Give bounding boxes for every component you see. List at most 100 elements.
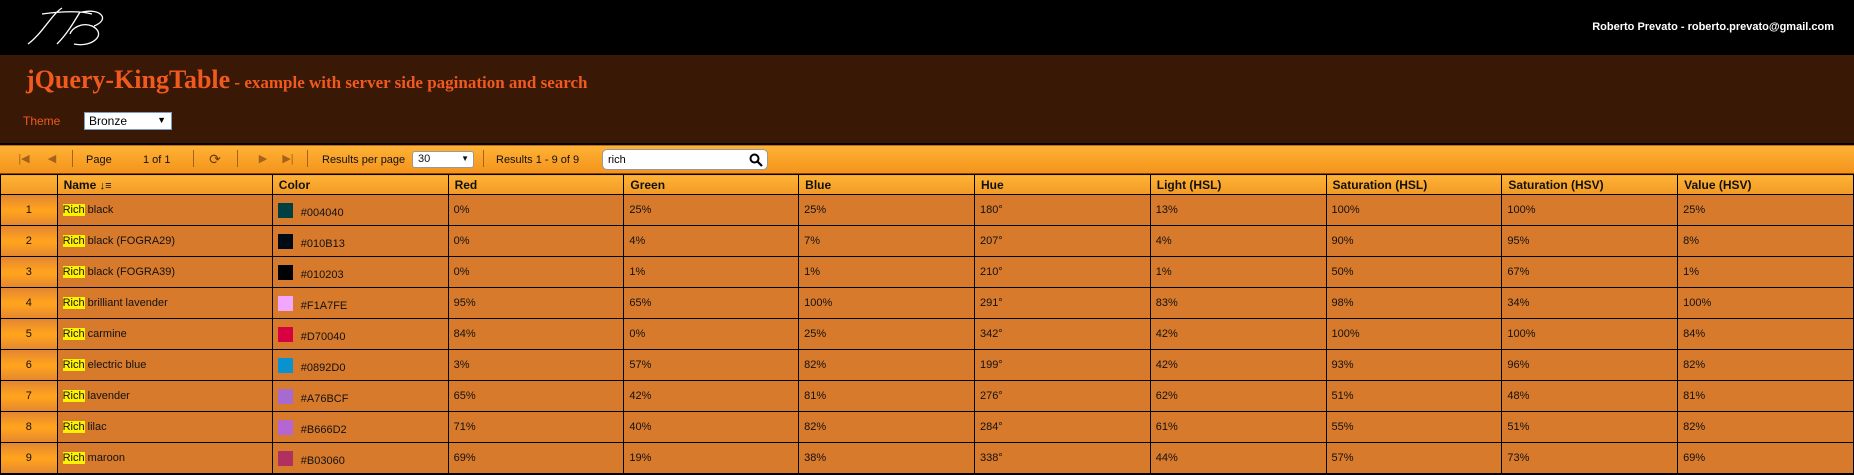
search-input[interactable]	[608, 154, 748, 166]
color-hex: #0892D0	[300, 361, 346, 374]
cell-color: #B03060	[271, 442, 449, 474]
name-rest: electric blue	[84, 359, 147, 371]
user-info: Roberto Prevato - roberto.prevato@gmail.…	[1592, 21, 1834, 33]
cell-saturation-hsv: 100%	[1501, 318, 1679, 350]
cell-green: 65%	[623, 287, 800, 319]
cell-name: Rich black (FOGRA29)	[56, 225, 273, 257]
search-highlight: Rich	[62, 421, 85, 433]
color-swatch	[277, 233, 293, 249]
cell-color: #F1A7FE	[271, 287, 449, 319]
cell-value-hsv: 82%	[1677, 349, 1854, 381]
cell-value-hsv: 8%	[1677, 225, 1854, 257]
cell-saturation-hsv: 34%	[1501, 287, 1679, 319]
colors-table: Name ↓≡ Color Red Green Blue Hue Light (…	[0, 174, 1854, 474]
search-box[interactable]	[602, 149, 768, 170]
table-row[interactable]: 7 Rich lavender #A76BCF 65% 42% 81% 276° 62% 51%…	[0, 380, 1854, 412]
name-rest: carmine	[84, 328, 127, 340]
dropdown-arrow-icon: ▼	[461, 154, 469, 163]
col-header-value-hsv[interactable]: Value (HSV)	[1677, 174, 1854, 195]
signature-logo[interactable]	[22, 4, 108, 50]
cell-light-hsl: 44%	[1149, 442, 1327, 474]
table-row[interactable]: 8 Rich lilac #B666D2 71% 40% 82% 284° 61% 55% 51%…	[0, 411, 1854, 443]
cell-saturation-hsl: 57%	[1325, 442, 1503, 474]
table-row[interactable]: 3 Rich black (FOGRA39) #010203 0% 1% 1% 210° 1%…	[0, 256, 1854, 288]
divider	[193, 150, 194, 167]
cell-light-hsl: 42%	[1149, 349, 1327, 381]
cell-red: 65%	[447, 380, 625, 412]
row-number: 6	[0, 349, 58, 381]
cell-green: 42%	[623, 380, 800, 412]
cell-value-hsv: 25%	[1677, 194, 1854, 226]
cell-red: 71%	[447, 411, 625, 443]
color-swatch	[277, 202, 293, 218]
prev-page-icon[interactable]: ◀	[44, 151, 60, 167]
last-page-icon[interactable]: ▶|	[280, 151, 296, 167]
col-header-red[interactable]: Red	[447, 174, 625, 195]
pagination-toolbar: |◀ ◀ Page 1 of 1 ⟳ ▶ ▶| Results per page…	[0, 145, 1854, 174]
cell-hue: 284°	[973, 411, 1151, 443]
page-label: Page	[86, 154, 112, 166]
cell-blue: 25%	[798, 318, 975, 350]
color-swatch	[277, 357, 293, 373]
cell-light-hsl: 62%	[1149, 380, 1327, 412]
cell-name: Rich black	[56, 194, 273, 226]
title-main: jQuery-KingTable	[26, 65, 231, 94]
dropdown-arrow-icon: ▼	[157, 115, 166, 125]
cell-green: 25%	[623, 194, 800, 226]
color-swatch	[277, 326, 293, 342]
cell-saturation-hsv: 51%	[1501, 411, 1679, 443]
cell-light-hsl: 1%	[1149, 256, 1327, 288]
search-highlight: Rich	[62, 359, 85, 371]
cell-value-hsv: 82%	[1677, 411, 1854, 443]
search-icon[interactable]	[749, 153, 763, 167]
cell-saturation-hsv: 95%	[1501, 225, 1679, 257]
cell-light-hsl: 42%	[1149, 318, 1327, 350]
color-swatch	[277, 419, 293, 435]
table-row[interactable]: 9 Rich maroon #B03060 69% 19% 38% 338° 44% 57% 73…	[0, 442, 1854, 474]
results-per-page-select[interactable]: 30 ▼	[412, 151, 474, 168]
col-header-saturation-hsv[interactable]: Saturation (HSV)	[1501, 174, 1679, 195]
col-header-green[interactable]: Green	[623, 174, 800, 195]
col-header-color[interactable]: Color	[271, 174, 449, 195]
page-value: 1 of 1	[143, 154, 171, 166]
table-row[interactable]: 2 Rich black (FOGRA29) #010B13 0% 4% 7% 207° 4%…	[0, 225, 1854, 257]
cell-name: Rich brilliant lavender	[56, 287, 273, 319]
cell-color: #B666D2	[271, 411, 449, 443]
theme-select[interactable]: Bronze ▼	[84, 112, 172, 130]
cell-green: 57%	[623, 349, 800, 381]
table-row[interactable]: 1 Rich black #004040 0% 25% 25% 180° 13% 100% 100…	[0, 194, 1854, 226]
divider	[483, 150, 484, 167]
refresh-icon[interactable]: ⟳	[207, 151, 223, 167]
first-page-icon[interactable]: |◀	[16, 151, 32, 167]
row-number: 9	[0, 442, 58, 474]
table-row[interactable]: 5 Rich carmine #D70040 84% 0% 25% 342° 42% 100% 1…	[0, 318, 1854, 350]
cell-saturation-hsl: 55%	[1325, 411, 1503, 443]
col-header-blue[interactable]: Blue	[798, 174, 975, 195]
name-rest: black	[84, 204, 114, 216]
next-page-icon[interactable]: ▶	[255, 151, 271, 167]
title-sub: - example with server side pagination an…	[230, 73, 588, 92]
cell-color: #010203	[271, 256, 449, 288]
cell-green: 40%	[623, 411, 800, 443]
header-row: Name ↓≡ Color Red Green Blue Hue Light (…	[0, 174, 1854, 195]
col-header-saturation-hsl[interactable]: Saturation (HSL)	[1325, 174, 1503, 195]
name-rest: lavender	[84, 390, 130, 402]
cell-hue: 276°	[973, 380, 1151, 412]
cell-light-hsl: 83%	[1149, 287, 1327, 319]
col-header-light-hsl[interactable]: Light (HSL)	[1149, 174, 1327, 195]
table-row[interactable]: 4 Rich brilliant lavender #F1A7FE 95% 65% 100…	[0, 287, 1854, 319]
color-hex: #B666D2	[300, 423, 347, 436]
cell-blue: 38%	[798, 442, 975, 474]
cell-blue: 81%	[798, 380, 975, 412]
col-header-name[interactable]: Name ↓≡	[56, 174, 273, 195]
col-name-label: Name	[63, 177, 97, 192]
color-hex: #A76BCF	[300, 392, 349, 405]
table-row[interactable]: 6 Rich electric blue #0892D0 3% 57% 82% 199° 42…	[0, 349, 1854, 381]
color-swatch	[277, 450, 293, 466]
color-swatch	[277, 264, 293, 280]
divider	[72, 150, 73, 167]
cell-name: Rich lavender	[56, 380, 273, 412]
name-rest: lilac	[84, 421, 107, 433]
search-highlight: Rich	[62, 390, 85, 402]
col-header-hue[interactable]: Hue	[973, 174, 1151, 195]
